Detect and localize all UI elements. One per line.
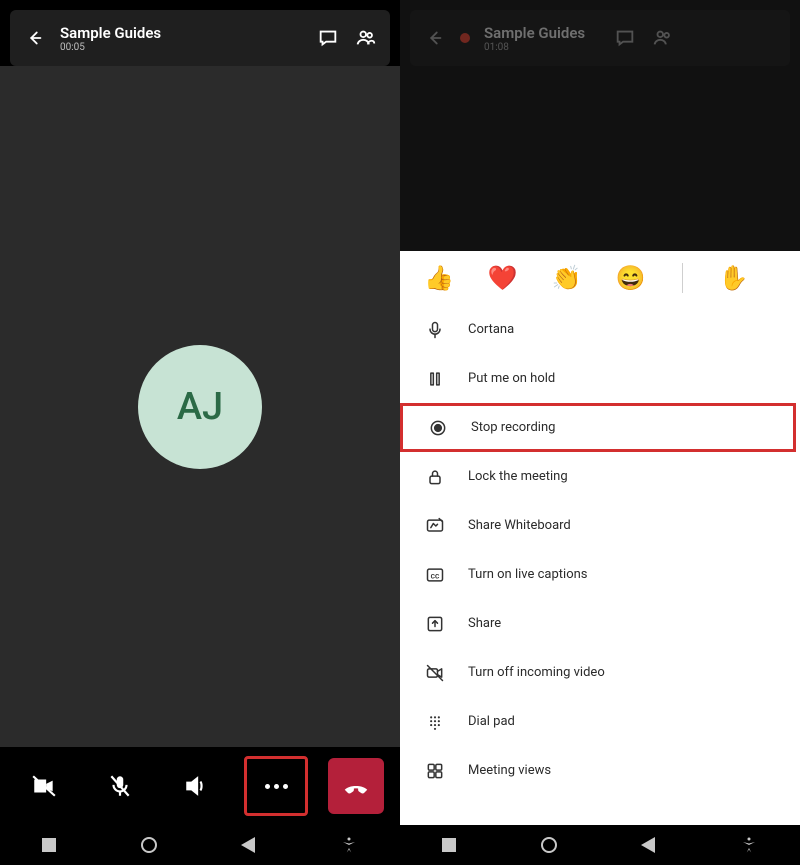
camera-off-button[interactable] [16, 758, 72, 814]
menu-item-label: Lock the meeting [468, 469, 568, 484]
chat-icon[interactable] [613, 26, 637, 50]
hangup-button[interactable] [328, 758, 384, 814]
whiteboard-icon [424, 515, 446, 537]
back-icon[interactable] [22, 26, 46, 50]
cc-icon: CC [424, 564, 446, 586]
menu-item-label: Stop recording [471, 420, 555, 435]
call-body: AJ [0, 66, 400, 747]
menu-item-record[interactable]: Stop recording [400, 403, 796, 452]
call-title: Sample Guides [60, 24, 161, 42]
recording-indicator-icon [460, 33, 470, 43]
share-icon [424, 613, 446, 635]
call-title-block: Sample Guides 01:08 [484, 24, 585, 53]
phone-left: Sample Guides 00:05 AJ [0, 0, 400, 865]
avatar: AJ [138, 345, 262, 469]
menu-item-label: Turn off incoming video [468, 665, 605, 680]
nav-recent-icon[interactable] [442, 838, 456, 852]
nav-accessibility-icon[interactable] [340, 836, 358, 854]
grid-icon [424, 760, 446, 782]
call-controls [0, 747, 400, 825]
menu-item-grid[interactable]: Meeting views [400, 746, 800, 795]
menu-list: Cortana Put me on hold Stop recording Lock … [400, 305, 800, 795]
nav-recent-icon[interactable] [42, 838, 56, 852]
avatar-initials: AJ [177, 385, 223, 429]
mic-off-button[interactable] [92, 758, 148, 814]
menu-item-label: Share [468, 616, 501, 631]
video-off-icon [424, 662, 446, 684]
call-title-block: Sample Guides 00:05 [60, 24, 161, 53]
dimmed-body[interactable] [400, 66, 800, 251]
reaction-divider [682, 263, 683, 293]
dimmed-header: Sample Guides 01:08 [410, 10, 790, 66]
reaction-raise-hand[interactable]: ✋ [719, 264, 749, 292]
nav-home-icon[interactable] [141, 837, 157, 853]
menu-item-label: Dial pad [468, 714, 515, 729]
nav-home-icon[interactable] [541, 837, 557, 853]
nav-back-icon[interactable] [641, 837, 655, 853]
menu-item-label: Cortana [468, 322, 514, 337]
menu-item-label: Put me on hold [468, 371, 555, 386]
reaction-like[interactable]: 👍 [424, 264, 454, 292]
menu-item-label: Share Whiteboard [468, 518, 571, 533]
menu-item-dialpad[interactable]: Dial pad [400, 697, 800, 746]
menu-item-share[interactable]: Share [400, 599, 800, 648]
pause-icon [424, 368, 446, 390]
menu-item-lock[interactable]: Lock the meeting [400, 452, 800, 501]
nav-back-icon[interactable] [241, 837, 255, 853]
call-timer: 00:05 [60, 42, 161, 53]
reaction-clap[interactable]: 👏 [552, 264, 582, 292]
call-title: Sample Guides [484, 24, 585, 42]
android-nav [400, 825, 800, 865]
menu-item-label: Turn on live captions [468, 567, 588, 582]
menu-item-cc[interactable]: CC Turn on live captions [400, 550, 800, 599]
menu-item-pause[interactable]: Put me on hold [400, 354, 800, 403]
phone-right: Sample Guides 01:08 👍 ❤️ 👏 😄 ✋ Cortana Pu… [400, 0, 800, 865]
call-header: Sample Guides 00:05 [10, 10, 390, 66]
participants-icon[interactable] [651, 26, 675, 50]
record-icon [427, 417, 449, 439]
call-timer: 01:08 [484, 42, 585, 53]
speaker-button[interactable] [168, 758, 224, 814]
chat-icon[interactable] [316, 26, 340, 50]
menu-item-video-off[interactable]: Turn off incoming video [400, 648, 800, 697]
reaction-row: 👍 ❤️ 👏 😄 ✋ [400, 251, 800, 305]
menu-item-whiteboard[interactable]: Share Whiteboard [400, 501, 800, 550]
menu-item-label: Meeting views [468, 763, 551, 778]
svg-text:CC: CC [431, 572, 440, 580]
back-icon[interactable] [422, 26, 446, 50]
mic-icon [424, 319, 446, 341]
dialpad-icon [424, 711, 446, 733]
reaction-heart[interactable]: ❤️ [488, 264, 518, 292]
android-nav [0, 825, 400, 865]
lock-icon [424, 466, 446, 488]
reaction-smile[interactable]: 😄 [616, 264, 646, 292]
nav-accessibility-icon[interactable] [740, 836, 758, 854]
more-actions-button[interactable] [244, 756, 308, 816]
dimmed-header-wrap: Sample Guides 01:08 [400, 0, 800, 66]
more-icon [265, 784, 288, 789]
more-actions-sheet: 👍 ❤️ 👏 😄 ✋ Cortana Put me on hold Stop rec… [400, 251, 800, 825]
participants-icon[interactable] [354, 26, 378, 50]
menu-item-mic[interactable]: Cortana [400, 305, 800, 354]
